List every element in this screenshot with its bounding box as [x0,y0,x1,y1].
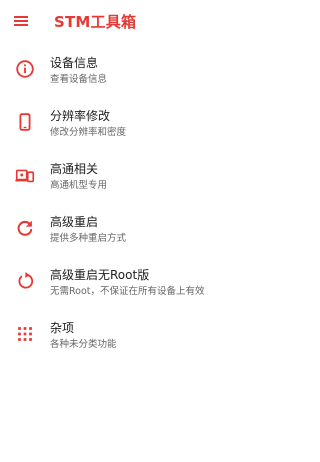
app-title: STM工具箱 [54,13,137,31]
menu-item-resolution[interactable]: 分辨率修改 修改分辨率和密度 [0,103,270,156]
toolbar: STM工具箱 [0,0,270,42]
app-window: STM工具箱 设备信息 查看设备信息 分辨率修改 修改分辨率和密度 高通相关 高… [0,0,270,462]
hamburger-menu-icon[interactable] [12,13,30,29]
menu-item-misc[interactable]: 杂项 各种未分类功能 [0,315,270,368]
menu-item-label: 设备信息 [50,56,99,70]
menu-item-device-info[interactable]: 设备信息 查看设备信息 [0,50,270,103]
menu-item-label: 杂项 [50,321,75,335]
menu-item-label: 分辨率修改 [50,109,111,123]
menu-item-advanced-reboot[interactable]: 高级重启 提供多种重启方式 [0,209,270,262]
menu-list: 设备信息 查看设备信息 分辨率修改 修改分辨率和密度 高通相关 高通机型专用 高… [0,50,270,368]
menu-item-subtitle: 提供多种重启方式 [50,233,127,244]
menu-item-subtitle: 无需Root，不保证在所有设备上有效 [50,286,205,297]
menu-item-subtitle: 高通机型专用 [50,180,108,191]
refresh-icon [14,217,36,239]
menu-item-qualcomm[interactable]: 高通相关 高通机型专用 [0,156,270,209]
menu-item-subtitle: 查看设备信息 [50,74,108,85]
menu-item-subtitle: 修改分辨率和密度 [50,127,127,138]
phone-icon [14,111,36,133]
menu-item-label: 高通相关 [50,162,99,176]
menu-item-reboot-no-root[interactable]: 高级重启无Root版 无需Root，不保证在所有设备上有效 [0,262,270,315]
menu-item-label: 高级重启无Root版 [50,268,150,282]
restart-icon [14,270,36,292]
menu-item-label: 高级重启 [50,215,99,229]
info-icon [14,58,36,80]
menu-item-subtitle: 各种未分类功能 [50,339,117,350]
apps-grid-icon [14,323,36,345]
devices-icon [14,164,36,186]
